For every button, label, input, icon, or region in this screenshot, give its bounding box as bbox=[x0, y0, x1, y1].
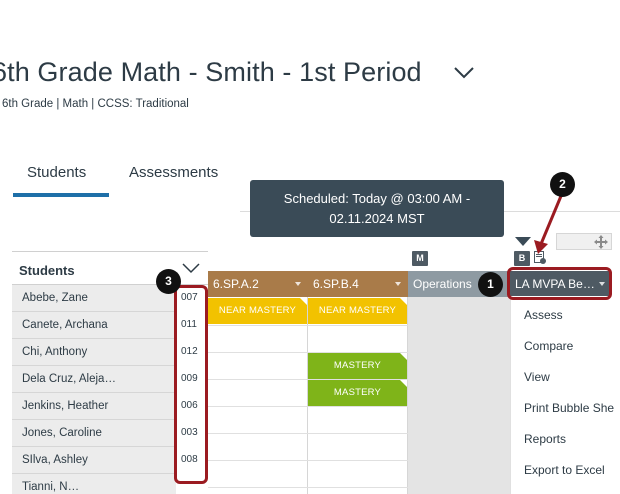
tooltip-arrow bbox=[515, 237, 531, 246]
student-name[interactable]: Jenkins, Heather bbox=[22, 400, 108, 412]
callout-3: 3 bbox=[156, 269, 181, 294]
column-header-6spb4[interactable]: 6.SP.B.4 bbox=[308, 271, 408, 297]
student-name[interactable]: Chi, Anthony bbox=[22, 346, 87, 358]
divider bbox=[208, 325, 408, 326]
score-column bbox=[208, 297, 308, 494]
menu-item-export-to-excel[interactable]: Export to Excel bbox=[524, 463, 605, 477]
menu-item-compare[interactable]: Compare bbox=[524, 339, 573, 353]
m-badge: M bbox=[412, 251, 428, 266]
highlight-student-ids bbox=[174, 285, 208, 484]
gradebook-screen: 6th Grade Math - Smith - 1st Period 6th … bbox=[0, 0, 620, 494]
tab-assessments[interactable]: Assessments bbox=[129, 164, 218, 181]
divider bbox=[208, 406, 408, 407]
comment-flag-icon bbox=[400, 353, 407, 360]
score-label: NEAR MASTERY bbox=[218, 305, 297, 316]
b-badge: B bbox=[514, 251, 530, 266]
schedule-tooltip: Scheduled: Today @ 03:00 AM - 02.11.2024… bbox=[250, 180, 504, 237]
tooltip-line-1: Scheduled: Today @ 03:00 AM - bbox=[283, 191, 471, 206]
callout-1: 1 bbox=[478, 272, 503, 297]
student-name[interactable]: Tianni, N… bbox=[22, 481, 79, 493]
student-name[interactable]: Dela Cruz, Aleja… bbox=[22, 373, 116, 385]
divider bbox=[208, 460, 408, 461]
student-name[interactable]: SIlva, Ashley bbox=[22, 454, 88, 466]
score-cell-near-mastery[interactable]: NEAR MASTERY bbox=[308, 298, 407, 324]
assessment-options-menu: Assess Compare View Print Bubble She Rep… bbox=[510, 296, 620, 494]
divider bbox=[208, 433, 408, 434]
callout-2: 2 bbox=[550, 172, 575, 197]
caret-down-icon[interactable] bbox=[295, 282, 301, 286]
course-subtitle: 6th Grade | Math | CCSS: Traditional bbox=[2, 98, 189, 110]
chevron-down-icon[interactable] bbox=[453, 66, 475, 80]
student-name[interactable]: Canete, Archana bbox=[22, 319, 108, 331]
comment-flag-icon bbox=[400, 298, 407, 305]
column-header-6spa2[interactable]: 6.SP.A.2 bbox=[208, 271, 308, 297]
score-cell-mastery[interactable]: MASTERY bbox=[308, 380, 407, 406]
score-label: MASTERY bbox=[333, 360, 382, 371]
move-icon[interactable] bbox=[594, 235, 608, 249]
column-header-label: 6.SP.B.4 bbox=[313, 277, 359, 291]
tab-students[interactable]: Students bbox=[27, 164, 86, 181]
score-cell-near-mastery[interactable]: NEAR MASTERY bbox=[208, 298, 307, 324]
menu-item-assess[interactable]: Assess bbox=[524, 308, 563, 322]
highlight-column-header bbox=[507, 267, 612, 300]
student-name[interactable]: Abebe, Zane bbox=[22, 292, 88, 304]
column-header-label: 6.SP.A.2 bbox=[213, 277, 259, 291]
menu-item-print-bubble-sheet[interactable]: Print Bubble She bbox=[524, 401, 614, 415]
score-label: NEAR MASTERY bbox=[318, 305, 397, 316]
active-tab-indicator bbox=[13, 193, 109, 197]
divider bbox=[208, 487, 408, 488]
caret-down-icon[interactable] bbox=[395, 282, 401, 286]
score-column-operations bbox=[408, 297, 510, 494]
chevron-down-icon[interactable] bbox=[182, 263, 200, 274]
arrow-icon bbox=[534, 195, 563, 254]
score-cell-mastery[interactable]: MASTERY bbox=[308, 353, 407, 379]
comment-flag-icon bbox=[300, 298, 307, 305]
divider bbox=[407, 297, 408, 494]
menu-item-view[interactable]: View bbox=[524, 370, 550, 384]
column-header-label: Operations bbox=[413, 277, 472, 291]
students-header-label: Students bbox=[19, 263, 75, 278]
menu-item-reports[interactable]: Reports bbox=[524, 432, 566, 446]
score-label: MASTERY bbox=[333, 387, 382, 398]
comment-flag-icon bbox=[400, 380, 407, 387]
student-name[interactable]: Jones, Caroline bbox=[22, 427, 102, 439]
page-title: 6th Grade Math - Smith - 1st Period bbox=[0, 57, 422, 87]
tooltip-line-2: 02.11.2024 MST bbox=[329, 211, 425, 226]
